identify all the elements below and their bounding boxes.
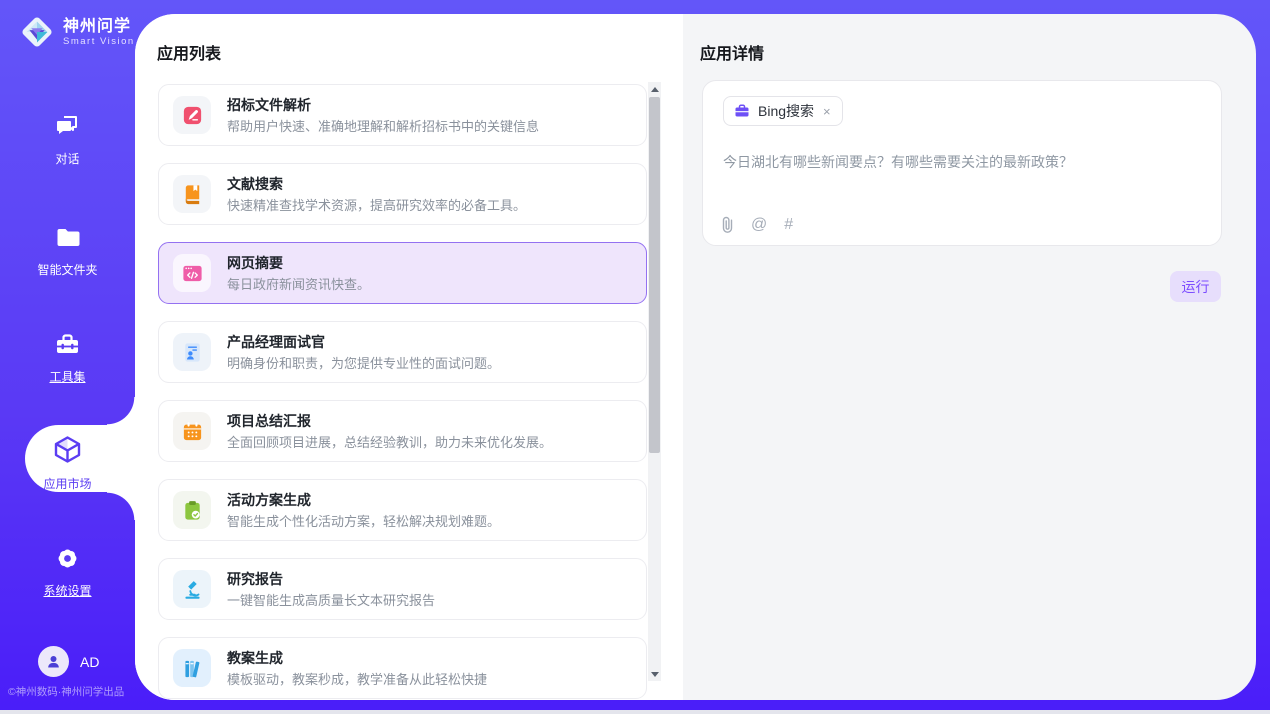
scroll-up-button[interactable] — [648, 82, 661, 96]
tool-chip-label: Bing搜索 — [758, 101, 814, 121]
hash-icon[interactable]: # — [784, 217, 793, 233]
chip-close-icon[interactable]: × — [822, 104, 832, 119]
toolbox-icon — [54, 331, 81, 358]
main-content: 应用列表 招标文件解析 帮助用户快速、准确地理解和解析招标书中的关键信息 文献搜… — [135, 14, 1256, 700]
user-initials: AD — [80, 654, 99, 670]
app-card-description: 一键智能生成高质量长文本研究报告 — [227, 593, 435, 608]
sidebar-item-settings[interactable]: 系统设置 — [0, 545, 135, 599]
app-card-list: 招标文件解析 帮助用户快速、准确地理解和解析招标书中的关键信息 文献搜索 快速精… — [158, 84, 647, 700]
app-card-title: 研究报告 — [227, 571, 435, 588]
app-card-title: 网页摘要 — [227, 255, 370, 272]
person-icon — [45, 653, 62, 670]
app-list-panel: 应用列表 招标文件解析 帮助用户快速、准确地理解和解析招标书中的关键信息 文献搜… — [135, 14, 683, 700]
app-card-description: 每日政府新闻资讯快查。 — [227, 277, 370, 292]
app-list-scrollbar[interactable] — [648, 82, 661, 681]
sidebar-item-label: 应用市场 — [0, 475, 135, 492]
app-detail-panel: 应用详情 Bing搜索 × 今日湖北有哪些新闻要点？有哪些需要关注的最新政策？ … — [683, 14, 1256, 700]
paperclip-icon[interactable] — [721, 216, 734, 233]
app-card-description: 帮助用户快速、准确地理解和解析招标书中的关键信息 — [227, 119, 539, 134]
window-bottom-strip — [0, 710, 1270, 714]
app-card-description: 快速精准查找学术资源，提高研究效率的必备工具。 — [227, 198, 526, 213]
app-card[interactable]: 项目总结汇报 全面回顾项目进展，总结经验教训，助力未来优化发展。 — [158, 400, 647, 462]
sidebar-item-chat[interactable]: 对话 — [0, 113, 135, 167]
scroll-down-button[interactable] — [648, 667, 661, 681]
app-card-description: 明确身份和职责，为您提供专业性的面试问题。 — [227, 356, 500, 371]
triangle-down-icon — [651, 672, 659, 677]
app-card-title: 文献搜索 — [227, 176, 526, 193]
app-card-description: 智能生成个性化活动方案，轻松解决规划难题。 — [227, 514, 500, 529]
microscope-icon — [173, 570, 211, 608]
calendar-icon — [173, 412, 211, 450]
sidebar-item-label: 智能文件夹 — [0, 261, 135, 278]
query-text[interactable]: 今日湖北有哪些新闻要点？有哪些需要关注的最新政策？ — [723, 152, 1203, 172]
app-card-description: 全面回顾项目进展，总结经验教训，助力未来优化发展。 — [227, 435, 552, 450]
cube-icon — [52, 434, 83, 465]
sidebar-item-label: 对话 — [0, 150, 135, 167]
chat-icon — [54, 113, 81, 140]
book-icon — [173, 175, 211, 213]
app-card[interactable]: 网页摘要 每日政府新闻资讯快查。 — [158, 242, 647, 304]
brand-logo-icon — [18, 13, 56, 51]
interviewer-icon — [173, 333, 211, 371]
app-card[interactable]: 研究报告 一键智能生成高质量长文本研究报告 — [158, 558, 647, 620]
web-page-icon — [173, 254, 211, 292]
brand-subtitle: Smart Vision — [63, 36, 135, 47]
app-card-description: 模板驱动，教案秒成，教学准备从此轻松快捷 — [227, 672, 487, 687]
triangle-up-icon — [651, 87, 659, 92]
prompt-card[interactable]: Bing搜索 × 今日湖北有哪些新闻要点？有哪些需要关注的最新政策？ @ # — [702, 80, 1222, 246]
app-card-title: 教案生成 — [227, 650, 487, 667]
app-card[interactable]: 活动方案生成 智能生成个性化活动方案，轻松解决规划难题。 — [158, 479, 647, 541]
folder-icon — [54, 224, 81, 251]
brand: 神州问学 Smart Vision — [18, 13, 135, 51]
app-card[interactable]: 产品经理面试官 明确身份和职责，为您提供专业性的面试问题。 — [158, 321, 647, 383]
sidebar-item-smart-folder[interactable]: 智能文件夹 — [0, 224, 135, 278]
app-detail-title: 应用详情 — [700, 40, 764, 64]
books-icon — [173, 649, 211, 687]
app-card-title: 产品经理面试官 — [227, 334, 500, 351]
gear-icon — [54, 545, 81, 572]
sidebar-item-label: 系统设置 — [0, 582, 135, 599]
app-card[interactable]: 教案生成 模板驱动，教案秒成，教学准备从此轻松快捷 — [158, 637, 647, 699]
copyright-text: ©神州数码·神州问学出品 — [8, 684, 143, 699]
tool-chip-bing-search[interactable]: Bing搜索 × — [723, 96, 843, 126]
app-card[interactable]: 招标文件解析 帮助用户快速、准确地理解和解析招标书中的关键信息 — [158, 84, 647, 146]
attachment-toolbar: @ # — [721, 216, 793, 233]
user-account[interactable]: AD — [38, 646, 99, 677]
clipboard-check-icon — [173, 491, 211, 529]
app-card-title: 招标文件解析 — [227, 97, 539, 114]
app-card-title: 项目总结汇报 — [227, 413, 552, 430]
sidebar-item-app-market[interactable]: 应用市场 — [0, 434, 135, 492]
scrollbar-thumb[interactable] — [649, 97, 660, 453]
avatar — [38, 646, 69, 677]
app-card-title: 活动方案生成 — [227, 492, 500, 509]
run-button[interactable]: 运行 — [1170, 271, 1221, 302]
sidebar: 神州问学 Smart Vision 对话 智能文件夹 工具集 — [0, 0, 135, 714]
brand-name: 神州问学 — [63, 18, 135, 36]
sidebar-item-label: 工具集 — [0, 368, 135, 385]
app-card[interactable]: 文献搜索 快速精准查找学术资源，提高研究效率的必备工具。 — [158, 163, 647, 225]
sidebar-item-toolset[interactable]: 工具集 — [0, 331, 135, 385]
document-edit-icon — [173, 96, 211, 134]
mention-icon[interactable]: @ — [751, 217, 767, 233]
briefcase-icon — [734, 103, 750, 119]
app-list-title: 应用列表 — [157, 40, 221, 64]
